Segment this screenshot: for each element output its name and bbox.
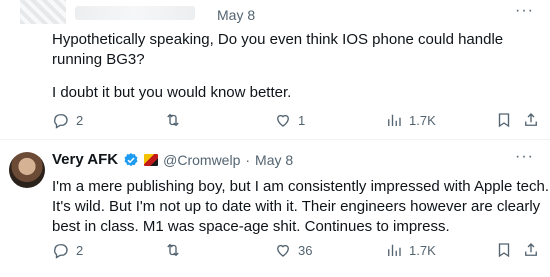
share-button[interactable] — [522, 241, 540, 259]
tweet-text-line: Hypothetically speaking, Do you even thi… — [52, 31, 504, 48]
more-icon[interactable]: ··· — [515, 2, 534, 20]
like-button[interactable]: 1 — [274, 111, 305, 129]
share-button[interactable] — [522, 111, 540, 129]
tweet-1[interactable]: May 8 ··· Hypothetically speaking, Do yo… — [0, 0, 550, 139]
tweet-actions: 2 36 1.7K — [52, 241, 540, 263]
reply-button[interactable]: 2 — [52, 241, 83, 259]
tweet-text-line: It's wild. But I'm not up to date with i… — [52, 198, 541, 215]
reply-count: 2 — [76, 242, 84, 258]
tweet-text-line: I'm a mere publishing boy, but I am cons… — [52, 178, 549, 195]
views-icon — [388, 114, 401, 126]
like-count: 36 — [298, 242, 313, 258]
blurred-author-name — [75, 6, 195, 20]
reply-icon — [54, 244, 68, 259]
retweet-button[interactable] — [164, 111, 188, 129]
tweet-text-line: I doubt it but you would know better. — [52, 84, 292, 101]
heart-icon — [277, 114, 289, 127]
more-icon[interactable]: ··· — [515, 148, 534, 166]
flag-emoji-icon — [144, 153, 159, 166]
tweet-2[interactable]: Very AFK @Cromwelp · May 8 ··· I'm a mer… — [0, 139, 550, 277]
verified-badge-icon — [123, 152, 139, 168]
blurred-avatar — [20, 0, 66, 24]
heart-icon — [277, 244, 289, 257]
retweet-icon — [167, 113, 179, 127]
bookmark-icon — [498, 113, 510, 128]
reply-button[interactable]: 2 — [52, 111, 83, 129]
tweet-date[interactable]: May 8 — [255, 152, 293, 168]
tweet-text-line: running BG3? — [52, 51, 145, 68]
views-icon — [388, 244, 401, 256]
tweet-actions: 2 1 1.7K — [52, 111, 540, 133]
retweet-button[interactable] — [164, 241, 188, 259]
user-handle[interactable]: @Cromwelp — [163, 152, 240, 168]
share-icon — [525, 243, 537, 256]
views-count: 1.7K — [409, 242, 436, 258]
retweet-icon — [167, 243, 179, 257]
views-button[interactable]: 1.7K — [385, 241, 436, 259]
tweet-header: Very AFK @Cromwelp · May 8 — [52, 151, 293, 168]
like-button[interactable]: 36 — [274, 241, 312, 259]
reply-icon — [54, 114, 68, 129]
tweet-date[interactable]: May 8 — [217, 7, 255, 23]
bookmark-button[interactable] — [495, 111, 513, 129]
like-count: 1 — [298, 112, 306, 128]
tweet-text-line: best in class. M1 was space-age shit. Co… — [52, 218, 450, 235]
display-name[interactable]: Very AFK — [52, 151, 118, 168]
bookmark-icon — [498, 243, 510, 258]
share-icon — [525, 113, 537, 126]
views-button[interactable]: 1.7K — [385, 111, 436, 129]
reply-count: 2 — [76, 112, 84, 128]
separator-dot: · — [245, 151, 251, 168]
avatar[interactable] — [9, 152, 45, 188]
views-count: 1.7K — [409, 112, 436, 128]
bookmark-button[interactable] — [495, 241, 513, 259]
